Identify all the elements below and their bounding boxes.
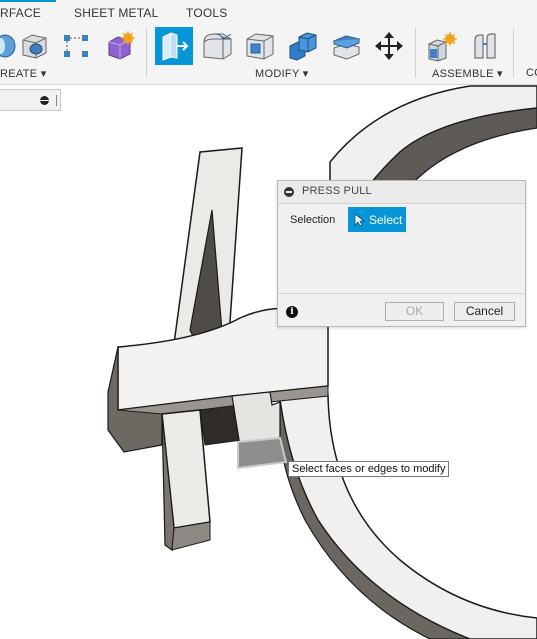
select-button[interactable]: Select	[348, 207, 406, 232]
shell-icon[interactable]	[241, 27, 279, 65]
highlighted-face	[237, 436, 288, 470]
press-pull-icon[interactable]	[155, 27, 193, 65]
toolbar-separator	[513, 28, 514, 78]
tab-sheet-metal[interactable]: SHEET METAL	[74, 6, 158, 20]
modify-menu[interactable]: MODIFY ▾	[255, 67, 309, 80]
create-menu[interactable]: REATE ▾	[0, 67, 47, 80]
ring-face-lower	[279, 394, 537, 639]
fillet-icon[interactable]	[198, 27, 236, 65]
info-icon[interactable]: i	[286, 306, 298, 318]
move-icon[interactable]	[370, 27, 408, 65]
assemble-menu[interactable]: ASSEMBLE ▾	[432, 67, 503, 80]
cancel-button[interactable]: Cancel	[454, 302, 515, 321]
hole-icon[interactable]	[15, 27, 53, 65]
collapse-icon-bar	[40, 100, 49, 101]
new-component-icon[interactable]	[423, 27, 461, 65]
toolbar-separator	[146, 28, 147, 78]
active-tab-indicator	[0, 0, 56, 2]
selection-label: Selection	[290, 214, 336, 226]
select-button-label: Select	[369, 212, 403, 227]
pattern-icon[interactable]	[57, 27, 95, 65]
create-form-icon[interactable]	[101, 27, 139, 65]
browser-panel-strip	[0, 89, 61, 111]
dialog-header[interactable]: PRESS PULL	[278, 181, 525, 204]
tab-surface[interactable]: RFACE	[0, 6, 41, 20]
dialog-title: PRESS PULL	[302, 185, 372, 197]
ok-button[interactable]: OK	[385, 302, 444, 321]
collapse-icon[interactable]	[284, 187, 294, 197]
tooltip: Select faces or edges to modify	[288, 461, 450, 477]
resize-handle[interactable]	[56, 95, 57, 106]
construct-menu[interactable]: CO	[526, 67, 537, 79]
3d-viewport[interactable]	[0, 85, 537, 639]
replace-face-icon[interactable]	[327, 27, 365, 65]
press-pull-dialog: PRESS PULL Selection Select i OK Cancel	[277, 180, 526, 327]
joint-icon[interactable]	[466, 27, 504, 65]
dialog-footer: i OK Cancel	[278, 293, 525, 328]
cursor-arrow-icon	[354, 212, 366, 227]
toolbar-separator	[415, 28, 416, 78]
toolbar: RFACE SHEET METAL TOOLS REATE ▾ MODIFY ▾…	[0, 0, 537, 85]
combine-icon[interactable]	[284, 27, 322, 65]
tab-tools[interactable]: TOOLS	[186, 6, 227, 20]
